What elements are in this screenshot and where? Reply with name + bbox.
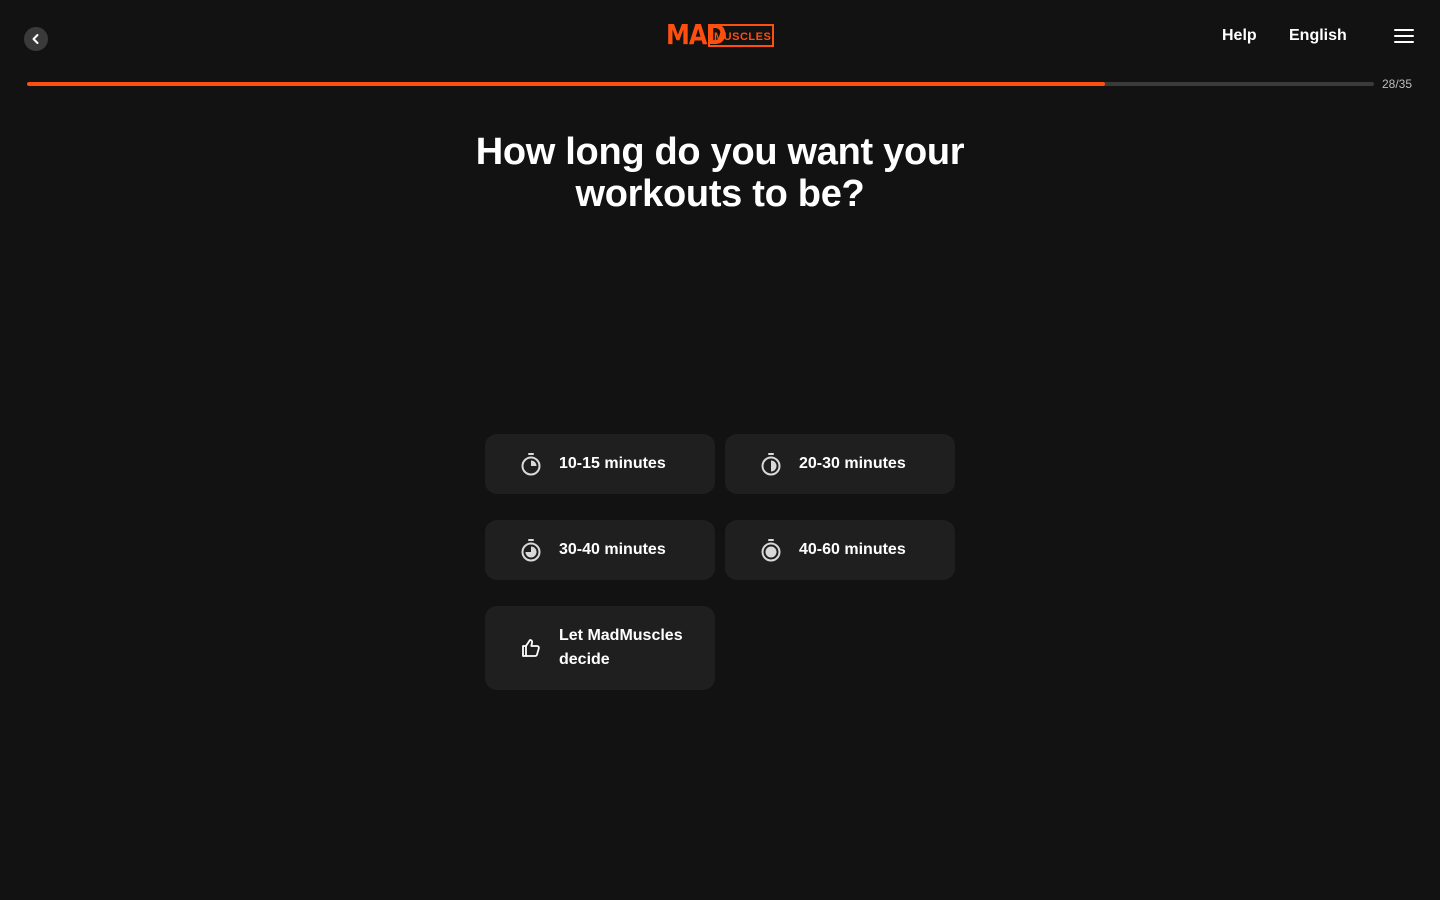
progress-counter: 28/35 (1382, 77, 1413, 91)
option-label: 40-60 minutes (799, 541, 906, 558)
stopwatch-quarter-icon (519, 452, 543, 476)
progress-bar-fill (27, 82, 1105, 86)
option-let-madmuscles-decide[interactable]: Let MadMuscles decide (485, 606, 715, 690)
language-selector[interactable]: English (1289, 26, 1347, 46)
option-30-40-minutes[interactable]: 30-40 minutes (485, 520, 715, 580)
help-link[interactable]: Help (1222, 26, 1257, 46)
option-label: 20-30 minutes (799, 455, 906, 472)
brand-logo[interactable]: MAD MUSCLES (666, 18, 774, 52)
thumbs-up-icon (519, 636, 543, 660)
logo-mad-text: MAD (666, 18, 726, 52)
top-bar: MAD MUSCLES Help English (0, 0, 1440, 72)
question-title: How long do you want your workouts to be… (475, 131, 965, 215)
stopwatch-three-quarter-icon (519, 538, 543, 562)
stopwatch-half-icon (759, 452, 783, 476)
progress-bar (27, 82, 1374, 86)
option-label: Let MadMuscles decide (559, 627, 683, 668)
hamburger-menu-icon[interactable] (1393, 28, 1415, 44)
option-40-60-minutes[interactable]: 40-60 minutes (725, 520, 955, 580)
chevron-left-icon (32, 34, 39, 44)
option-10-15-minutes[interactable]: 10-15 minutes (485, 434, 715, 494)
option-20-30-minutes[interactable]: 20-30 minutes (725, 434, 955, 494)
back-button[interactable] (24, 27, 48, 51)
option-label: 10-15 minutes (559, 455, 666, 472)
stopwatch-full-icon (759, 538, 783, 562)
option-label: 30-40 minutes (559, 541, 666, 558)
